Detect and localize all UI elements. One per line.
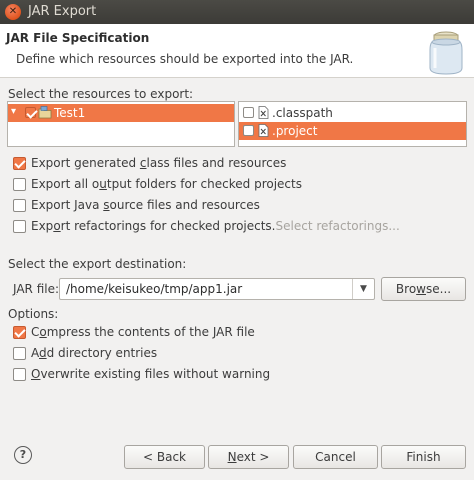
export-output-folders-label[interactable]: Export all output folders for checked pr… <box>31 177 302 191</box>
overwrite-checkbox[interactable] <box>13 368 26 381</box>
project-tree[interactable]: ▾ Test1 <box>7 101 235 147</box>
cancel-button[interactable]: Cancel <box>293 445 378 469</box>
add-directory-entries-checkbox[interactable] <box>13 347 26 360</box>
export-generated-label[interactable]: Export generated class files and resourc… <box>31 156 286 170</box>
expand-toggle-icon[interactable]: ▾ <box>11 106 23 118</box>
export-java-source-label[interactable]: Export Java source files and resources <box>31 198 260 212</box>
file-icon <box>258 106 269 119</box>
file-label: .classpath <box>272 106 333 120</box>
options-label: Options: <box>8 307 59 321</box>
overwrite-label[interactable]: Overwrite existing files without warning <box>31 367 270 381</box>
file-list[interactable]: .classpath .project <box>238 101 467 147</box>
compress-label[interactable]: Compress the contents of the JAR file <box>31 325 255 339</box>
jar-icon <box>429 31 463 75</box>
export-refactorings-label[interactable]: Export refactorings for checked projects… <box>31 219 400 233</box>
page-description: Define which resources should be exporte… <box>16 52 354 66</box>
select-refactorings-link[interactable]: Select refactorings... <box>276 219 400 233</box>
export-java-source-checkbox[interactable] <box>13 199 26 212</box>
project-folder-icon <box>38 106 52 119</box>
window-title: JAR Export <box>28 4 97 19</box>
chevron-down-icon[interactable]: ▼ <box>352 279 374 299</box>
destination-label: Select the export destination: <box>8 257 187 271</box>
file-checkbox[interactable] <box>243 125 254 136</box>
resources-label: Select the resources to export: <box>8 87 194 101</box>
tree-item-checkbox[interactable] <box>25 107 36 118</box>
export-output-folders-checkbox[interactable] <box>13 178 26 191</box>
jar-file-input[interactable]: /home/keisukeo/tmp/app1.jar <box>66 282 242 296</box>
jar-file-label: JAR file: <box>13 282 60 296</box>
browse-button[interactable]: Bro w se... <box>381 277 466 301</box>
list-item[interactable]: .project <box>239 122 466 140</box>
add-directory-entries-label[interactable]: Add directory entries <box>31 346 157 360</box>
finish-button[interactable]: Finish <box>381 445 466 469</box>
jar-file-combo[interactable]: /home/keisukeo/tmp/app1.jar ▼ <box>59 278 375 300</box>
file-icon <box>258 124 269 137</box>
page-title: JAR File Specification <box>6 31 150 45</box>
file-label: .project <box>272 124 318 138</box>
back-button[interactable]: < Back <box>124 445 205 469</box>
file-checkbox[interactable] <box>243 107 254 118</box>
tree-item-label: Test1 <box>54 106 86 120</box>
export-refactorings-checkbox[interactable] <box>13 220 26 233</box>
export-generated-checkbox[interactable] <box>13 157 26 170</box>
list-item[interactable]: .classpath <box>239 104 466 122</box>
title-bar: ✕ JAR Export <box>0 0 474 24</box>
close-window-button[interactable]: ✕ <box>5 4 21 20</box>
tree-item-test1[interactable]: ▾ Test1 <box>8 104 234 122</box>
wizard-header: JAR File Specification Define which reso… <box>0 24 474 78</box>
next-button[interactable]: Next > <box>208 445 289 469</box>
help-icon[interactable]: ? <box>14 446 32 464</box>
compress-checkbox[interactable] <box>13 326 26 339</box>
